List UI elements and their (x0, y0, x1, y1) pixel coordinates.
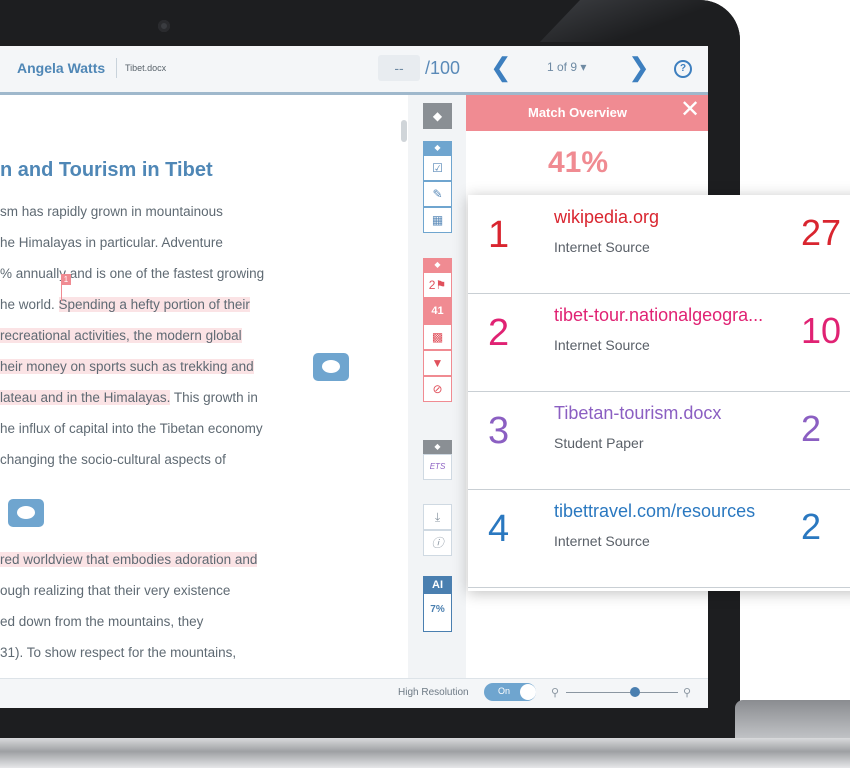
ets-icon[interactable]: ETS (423, 454, 452, 480)
source-percent: 27 (801, 212, 842, 253)
footer-bar (0, 678, 708, 708)
grid-icon[interactable]: ▦ (423, 207, 452, 233)
line-text: he world. (0, 297, 59, 312)
highlighted-match-text[interactable]: heir money on sports such as trekking an… (0, 359, 254, 374)
line-text: 31). To show respect for the mountains, (0, 645, 237, 660)
student-name: Angela Watts (17, 60, 106, 76)
highlighted-match-text[interactable]: lateau and in the Himalayas. (0, 390, 171, 405)
source-rank: 1 (488, 214, 510, 256)
ai-label: AI (424, 577, 451, 594)
ets-layer-header: ◆ (423, 440, 452, 454)
source-type: Internet Source (554, 239, 650, 255)
source-name: wikipedia.org (554, 207, 660, 227)
highlighted-match-text[interactable]: red worldview that embodies adoration an… (0, 552, 258, 567)
chevron-right-icon[interactable]: ❯ (628, 54, 650, 80)
scrollbar-thumb[interactable] (401, 120, 407, 142)
source-rank: 4 (488, 508, 510, 550)
laptop-hinge (735, 700, 850, 740)
grading-layer-header: ◆ (423, 141, 452, 155)
line-text: he influx of capital into the Tibetan ec… (0, 421, 263, 436)
chevron-left-icon[interactable]: ❮ (490, 54, 512, 80)
ai-value: 7% (430, 604, 445, 615)
paper-line: % annually and is one of the fastest gro… (0, 266, 264, 281)
highlighted-match-text[interactable]: recreational activities, the modern glob… (0, 328, 242, 343)
score-field[interactable]: -- (378, 55, 420, 81)
flag-count[interactable]: 2⚑ (423, 272, 452, 298)
line-text: ough realizing that their very existence (0, 583, 231, 598)
match-breakdown-icon[interactable]: ▩ (423, 324, 452, 350)
page-selector[interactable]: 1 of 9 ▾ (547, 60, 586, 74)
line-text: This growth in (170, 390, 258, 405)
source-type: Student Paper (554, 435, 644, 451)
paper-line: recreational activities, the modern glob… (0, 328, 242, 343)
line-text: % annually and is one of the fastest gro… (0, 266, 265, 281)
paper-line: lateau and in the Himalayas. This growth… (0, 390, 258, 405)
flag-count-value: 2 (428, 278, 436, 292)
source-percent: 10 (801, 310, 842, 351)
match-marker[interactable]: 1 (61, 274, 71, 285)
layers-icon[interactable]: ◆ (423, 103, 452, 129)
edit-comment-icon[interactable]: ✎ (423, 181, 452, 207)
close-icon[interactable]: ✕ (680, 96, 700, 124)
comment-bubble-icon[interactable] (313, 353, 349, 381)
zoom-in-icon[interactable]: ⚲ (683, 686, 691, 699)
source-row[interactable]: 2 tibet-tour.nationalgeogra... Internet So… (468, 293, 850, 392)
paper-line: ed down from the mountains, they (0, 614, 203, 629)
filter-icon[interactable]: ▼ (423, 350, 452, 376)
toggle-label: On (498, 686, 511, 696)
comment-bubble-icon[interactable] (8, 499, 44, 527)
source-name: tibet-tour.nationalgeogra... (554, 305, 764, 325)
zoom-slider-knob[interactable] (630, 687, 640, 697)
line-text: changing the socio-cultural aspects of (0, 452, 226, 467)
paper-line: he Himalayas in particular. Adventure (0, 235, 223, 250)
source-rank: 3 (488, 410, 510, 452)
highlighted-match-text[interactable]: Spending a hefty portion of their (58, 297, 250, 312)
match-overview-title: Match Overview (528, 105, 627, 120)
source-row[interactable]: 1 wikipedia.org Internet Source 27 (468, 195, 850, 294)
match-sources-card: 1 wikipedia.org Internet Source 27 2 tibet-to… (468, 195, 850, 591)
source-type: Internet Source (554, 533, 650, 549)
similarity-layer-header: ◆ (423, 258, 452, 272)
source-type: Internet Source (554, 337, 650, 353)
paper-line: he world. Spending a hefty portion of th… (0, 297, 250, 312)
info-icon[interactable]: ⓘ (423, 530, 452, 556)
paper-line: ough realizing that their very existence (0, 583, 230, 598)
paper-line: he influx of capital into the Tibetan ec… (0, 421, 263, 436)
source-name: tibettravel.com/resources (554, 501, 756, 521)
zoom-out-icon[interactable]: ⚲ (551, 686, 559, 699)
overall-match-percent: 41% (548, 146, 609, 179)
source-name: Tibetan-tourism.docx (554, 403, 722, 423)
paper-line: heir money on sports such as trekking an… (0, 359, 254, 374)
help-icon[interactable]: ? (674, 60, 692, 78)
line-text: ed down from the mountains, they (0, 614, 204, 629)
source-percent: 2 (801, 408, 822, 449)
rubric-check-icon[interactable]: ☑ (423, 155, 452, 181)
paper-line: changing the socio-cultural aspects of (0, 452, 226, 467)
paper-title: n and Tourism in Tibet (0, 159, 213, 181)
match-percent-tool[interactable]: 41 (423, 298, 452, 324)
source-row[interactable]: 3 Tibetan-tourism.docx Student Paper 2 (468, 391, 850, 490)
webcam (158, 20, 170, 32)
paper-line: sm has rapidly grown in mountainous (0, 204, 223, 219)
line-text: sm has rapidly grown in mountainous (0, 204, 223, 219)
document-name: Tibet.docx (116, 58, 166, 78)
ai-writing-indicator[interactable]: AI 7% (423, 576, 452, 632)
match-marker-bar (61, 285, 62, 301)
laptop-base (0, 738, 850, 768)
source-percent: 2 (801, 506, 822, 547)
source-row[interactable]: 4 tibettravel.com/resources Internet Sourc… (468, 489, 850, 588)
paper-line: red worldview that embodies adoration an… (0, 552, 258, 567)
source-rank: 2 (488, 312, 510, 354)
download-icon[interactable]: ⤓ (423, 504, 452, 530)
paper-line: 31). To show respect for the mountains, (0, 645, 236, 660)
zoom-slider-track[interactable] (566, 692, 678, 693)
toggle-knob (520, 684, 536, 700)
top-bar: Angela Watts Tibet.docx -- /100 ❮ 1 of 9… (0, 46, 708, 95)
exclude-icon[interactable]: ⊘ (423, 376, 452, 402)
score-total: /100 (425, 58, 461, 78)
high-resolution-label: High Resolution (398, 687, 469, 698)
line-text: he Himalayas in particular. Adventure (0, 235, 223, 250)
